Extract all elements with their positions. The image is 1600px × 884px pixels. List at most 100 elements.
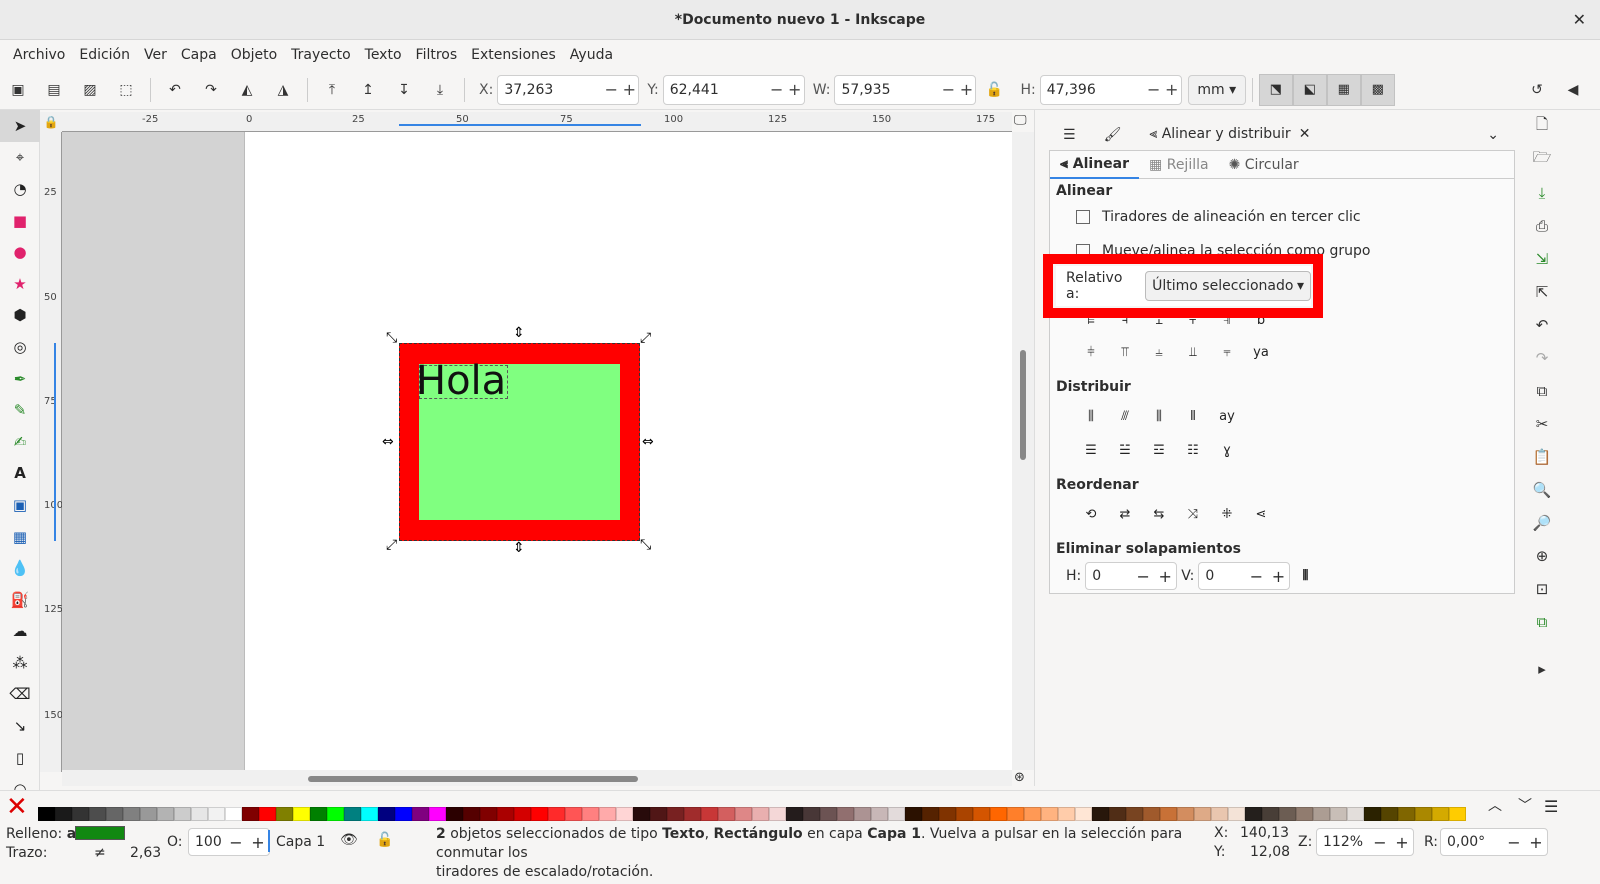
x-spinbox[interactable]: 37,263− + <box>497 74 640 105</box>
color-swatch[interactable] <box>1279 807 1296 821</box>
color-swatch[interactable] <box>429 807 446 821</box>
distribute-gaps-h-icon[interactable]: ⦀ <box>1176 403 1210 429</box>
color-swatch[interactable] <box>1007 807 1024 821</box>
arrange-connector-network-icon[interactable]: ⋖ <box>1244 501 1278 527</box>
calligraphy-tool-icon[interactable]: ✍ <box>0 426 40 458</box>
color-swatch[interactable] <box>548 807 565 821</box>
select-same-icon[interactable]: ▨ <box>77 77 103 103</box>
color-swatch[interactable] <box>939 807 956 821</box>
plus-icon[interactable]: + <box>1267 567 1289 586</box>
subtab-rejilla[interactable]: ▦ Rejilla <box>1139 151 1219 179</box>
color-swatch[interactable] <box>735 807 752 821</box>
color-swatch[interactable] <box>446 807 463 821</box>
color-swatch[interactable] <box>225 807 242 821</box>
distribute-baseline-v-icon[interactable]: ɣ <box>1210 437 1244 463</box>
color-swatch[interactable] <box>259 807 276 821</box>
minus-icon[interactable]: − <box>1145 80 1163 99</box>
color-swatch[interactable] <box>820 807 837 821</box>
color-swatch[interactable] <box>123 807 140 821</box>
color-swatch[interactable] <box>531 807 548 821</box>
color-swatch[interactable] <box>38 807 55 821</box>
tab-layers-icon[interactable]: ☰ <box>1049 118 1090 152</box>
rectangle-tool-icon[interactable]: ■ <box>0 205 40 237</box>
color-swatch[interactable] <box>497 807 514 821</box>
zoom-input[interactable]: 112% <box>1317 834 1369 850</box>
palette-scroll-down-icon[interactable]: ﹀ <box>1518 795 1532 815</box>
align-bottom-icon[interactable]: ⫫ <box>1176 339 1210 365</box>
color-swatch[interactable] <box>769 807 786 821</box>
color-swatch[interactable] <box>191 807 208 821</box>
rotate-cw-icon[interactable]: ↷ <box>198 77 224 103</box>
color-swatch[interactable] <box>1041 807 1058 821</box>
color-swatch[interactable] <box>888 807 905 821</box>
overlap-v-spinbox[interactable]: 0− + <box>1198 562 1291 590</box>
align-top-icon[interactable]: ⫪ <box>1108 339 1142 365</box>
color-swatch[interactable] <box>1058 807 1075 821</box>
unclump-icon[interactable]: ⁜ <box>1210 501 1244 527</box>
plus-icon[interactable]: + <box>957 80 975 99</box>
distribute-right-icon[interactable]: ⫼ <box>1142 403 1176 429</box>
raise-to-top-icon[interactable]: ⤒ <box>319 77 345 103</box>
paste-icon[interactable]: 📋 <box>1524 440 1560 473</box>
color-swatch[interactable] <box>922 807 939 821</box>
tweak-tool-icon[interactable]: ☁ <box>0 616 40 648</box>
color-swatch[interactable] <box>1347 807 1364 821</box>
menu-extensiones[interactable]: Extensiones <box>464 47 563 63</box>
color-swatch[interactable] <box>905 807 922 821</box>
stroke-value[interactable]: ≠ <box>94 845 106 861</box>
distribute-left-icon[interactable]: ⫼ <box>1074 403 1108 429</box>
color-swatch[interactable] <box>1024 807 1041 821</box>
color-swatch[interactable] <box>718 807 735 821</box>
color-swatch[interactable] <box>276 807 293 821</box>
align-top-edge-icon[interactable]: ⫧ <box>1210 339 1244 365</box>
resize-handle-nw-icon[interactable]: ⤡ <box>386 331 397 345</box>
h-spinbox[interactable]: 47,396− + <box>1039 74 1182 105</box>
open-icon[interactable]: 🗁 <box>1524 143 1560 176</box>
color-manage-icon[interactable]: ⊛ <box>1014 770 1025 785</box>
color-swatch[interactable] <box>344 807 361 821</box>
color-swatch[interactable] <box>667 807 684 821</box>
undo-icon[interactable]: ↶ <box>1524 308 1560 341</box>
lock-ratio-icon[interactable]: 🔓 <box>981 77 1007 103</box>
menu-archivo[interactable]: Archivo <box>6 47 72 63</box>
transform-patterns-toggle[interactable]: ▩ <box>1360 73 1395 106</box>
opacity-spinbox[interactable]: 100− + <box>188 828 270 856</box>
distribute-center-v-icon[interactable]: ☱ <box>1108 437 1142 463</box>
color-swatch[interactable] <box>1262 807 1279 821</box>
subtab-circular[interactable]: ✺ Circular <box>1219 151 1309 179</box>
menu-edicion[interactable]: Edición <box>72 47 137 63</box>
w-spinbox[interactable]: 57,935− + <box>834 74 977 105</box>
color-swatch[interactable] <box>361 807 378 821</box>
plus-icon[interactable]: + <box>1163 80 1181 99</box>
close-tab-icon[interactable]: ✕ <box>1299 126 1311 142</box>
color-swatch[interactable] <box>990 807 1007 821</box>
color-swatch[interactable] <box>293 807 310 821</box>
node-tool-icon[interactable]: ⌖ <box>0 142 40 174</box>
color-swatch[interactable] <box>565 807 582 821</box>
color-swatch[interactable] <box>140 807 157 821</box>
minus-icon[interactable]: − <box>1503 833 1525 852</box>
flip-horizontal-icon[interactable]: ◭ <box>234 77 260 103</box>
color-swatch[interactable] <box>956 807 973 821</box>
zoom-selection-icon[interactable]: 🔍 <box>1524 473 1560 506</box>
opacity-input[interactable]: 100 <box>189 834 225 850</box>
select-all-layers-icon[interactable]: ▤ <box>41 77 67 103</box>
scroll-thumb[interactable] <box>308 776 638 782</box>
zoom-page-width-icon[interactable]: ⊡ <box>1524 572 1560 605</box>
transform-gradients-toggle[interactable]: ▦ <box>1326 73 1361 106</box>
save-icon[interactable]: ⤓ <box>1524 176 1560 209</box>
color-swatch[interactable] <box>1211 807 1228 821</box>
flip-vertical-icon[interactable]: ◮ <box>270 77 296 103</box>
color-swatch[interactable] <box>1313 807 1330 821</box>
overlap-h-input[interactable]: 0 <box>1086 568 1132 584</box>
connector-tool-icon[interactable]: ↘ <box>0 710 40 742</box>
plus-icon[interactable]: + <box>1154 567 1176 586</box>
color-swatch[interactable] <box>89 807 106 821</box>
pencil-tool-icon[interactable]: ✎ <box>0 394 40 426</box>
scale-stroke-toggle[interactable]: ⬔ <box>1258 73 1293 106</box>
close-window-button[interactable]: ✕ <box>1573 10 1586 29</box>
plus-icon[interactable]: + <box>247 833 269 852</box>
more-commands-icon[interactable]: ▸ <box>1524 652 1560 685</box>
color-swatch[interactable] <box>1109 807 1126 821</box>
y-spinbox[interactable]: 62,441− + <box>662 74 805 105</box>
